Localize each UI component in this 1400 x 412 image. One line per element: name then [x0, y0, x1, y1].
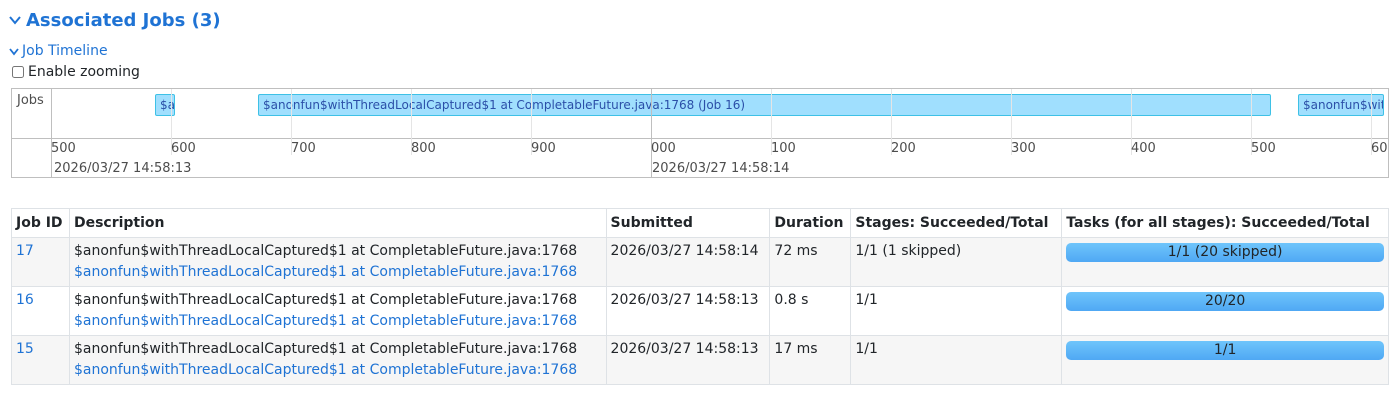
table-row: 16 $anonfun$withThreadLocalCaptured$1 at… — [11, 286, 1389, 336]
header-tasks[interactable]: Tasks (for all stages): Succeeded/Total — [1061, 208, 1389, 238]
job-stages: 1/1 (1 skipped) — [850, 237, 1063, 287]
table-row: 17 $anonfun$withThreadLocalCaptured$1 at… — [11, 237, 1389, 287]
job-description-link[interactable]: $anonfun$withThreadLocalCaptured$1 at Co… — [74, 362, 577, 378]
timeline-grid-line — [651, 89, 652, 139]
job-description: $anonfun$withThreadLocalCaptured$1 at Co… — [73, 243, 578, 259]
timeline-grid-line — [1251, 89, 1252, 139]
enable-zooming-row: Enable zooming — [10, 63, 140, 81]
timeline-tick-label: 200 — [891, 141, 916, 156]
timeline-tick-label: 100 — [771, 141, 796, 156]
job-submitted: 2026/03/27 14:58:14 — [605, 237, 771, 287]
job-id-link[interactable]: 16 — [16, 292, 34, 308]
timeline-tick-label: 700 — [291, 141, 316, 156]
header-stages[interactable]: Stages: Succeeded/Total — [850, 208, 1063, 238]
timeline-job-label: $anonfun$withThreadLocalCaptured$1 at Co… — [263, 98, 746, 112]
job-description-link[interactable]: $anonfun$withThreadLocalCaptured$1 at Co… — [74, 264, 577, 280]
tasks-progress-bar: 1/1 (20 skipped) — [1066, 243, 1384, 262]
timeline-tick-label: 300 — [1011, 141, 1036, 156]
timeline-tick-label: 000 — [651, 141, 676, 156]
header-submitted[interactable]: Submitted — [605, 208, 771, 238]
timeline-tick-label: 600 — [171, 141, 196, 156]
chevron-down-icon — [9, 48, 19, 56]
job-stages: 1/1 — [850, 335, 1063, 385]
header-duration[interactable]: Duration — [769, 208, 852, 238]
section-title: Associated Jobs (3) — [26, 9, 221, 31]
timeline-grid-line — [411, 89, 412, 139]
timeline-tick-label: 500 — [1251, 141, 1276, 156]
tasks-progress-bar: 20/20 — [1066, 292, 1384, 311]
table-row: 15 $anonfun$withThreadLocalCaptured$1 at… — [11, 335, 1389, 385]
timeline-grid-line — [531, 89, 532, 139]
timeline-grid-line — [291, 89, 292, 139]
timeline-date-label: 2026/03/27 14:58:13 — [54, 161, 192, 176]
timeline-grid-line — [171, 89, 172, 139]
timeline-tick-label: 400 — [1131, 141, 1156, 156]
timeline-job-16[interactable]: $anonfun$withThreadLocalCaptured$1 at Co… — [258, 94, 1271, 116]
job-stages: 1/1 — [850, 286, 1063, 336]
tasks-progress-text: 1/1 — [1213, 342, 1237, 358]
chevron-down-icon — [9, 16, 21, 25]
job-id-link[interactable]: 17 — [16, 243, 34, 259]
timeline-axis-line — [12, 138, 1388, 139]
job-duration: 72 ms — [769, 237, 852, 287]
timeline-job-15[interactable]: $anonfun$withThreadLocalCaptured$1 at Co… — [155, 94, 175, 116]
tasks-progress-bar: 1/1 — [1066, 341, 1384, 360]
timeline-grid-line — [1131, 89, 1132, 139]
table-header-row: Job ID Description Submitted Duration St… — [11, 208, 1389, 238]
job-timeline[interactable]: Jobs $anonfun$withThreadLocalCaptured$1 … — [11, 88, 1389, 178]
timeline-tick-label: 60 — [1371, 141, 1388, 156]
jobs-table: Job ID Description Submitted Duration St… — [11, 208, 1389, 385]
job-timeline-label: Job Timeline — [22, 43, 108, 59]
job-submitted: 2026/03/27 14:58:13 — [605, 335, 771, 385]
header-job-id[interactable]: Job ID — [11, 208, 70, 238]
timeline-tick-label: 900 — [531, 141, 556, 156]
job-timeline-toggle[interactable]: Job Timeline — [8, 42, 108, 60]
timeline-group-label: Jobs — [17, 93, 44, 108]
timeline-grid-line — [771, 89, 772, 139]
job-description-link[interactable]: $anonfun$withThreadLocalCaptured$1 at Co… — [74, 313, 577, 329]
job-description: $anonfun$withThreadLocalCaptured$1 at Co… — [73, 341, 578, 357]
timeline-grid-line — [1011, 89, 1012, 139]
timeline-group-column: Jobs — [12, 89, 52, 139]
tasks-progress-text: 1/1 (20 skipped) — [1167, 244, 1283, 260]
header-description[interactable]: Description — [68, 208, 607, 238]
timeline-job-label: $anonfun$withThreadLocalCaptured$1 at Co… — [160, 98, 175, 112]
enable-zooming-label: Enable zooming — [28, 64, 140, 80]
associated-jobs-header[interactable]: Associated Jobs (3) — [8, 7, 221, 33]
job-submitted: 2026/03/27 14:58:13 — [605, 286, 771, 336]
timeline-grid-line — [891, 89, 892, 139]
job-description: $anonfun$withThreadLocalCaptured$1 at Co… — [73, 292, 578, 308]
tasks-progress-text: 20/20 — [1204, 293, 1246, 309]
job-duration: 17 ms — [769, 335, 852, 385]
job-duration: 0.8 s — [769, 286, 852, 336]
job-id-link[interactable]: 15 — [16, 341, 34, 357]
timeline-grid-line — [1371, 89, 1372, 139]
timeline-tick-label: 500 — [51, 141, 76, 156]
timeline-date-label: 2026/03/27 14:58:14 — [652, 161, 790, 176]
enable-zooming-checkbox[interactable] — [12, 66, 24, 78]
timeline-grid-line — [51, 89, 52, 139]
timeline-tick-label: 800 — [411, 141, 436, 156]
